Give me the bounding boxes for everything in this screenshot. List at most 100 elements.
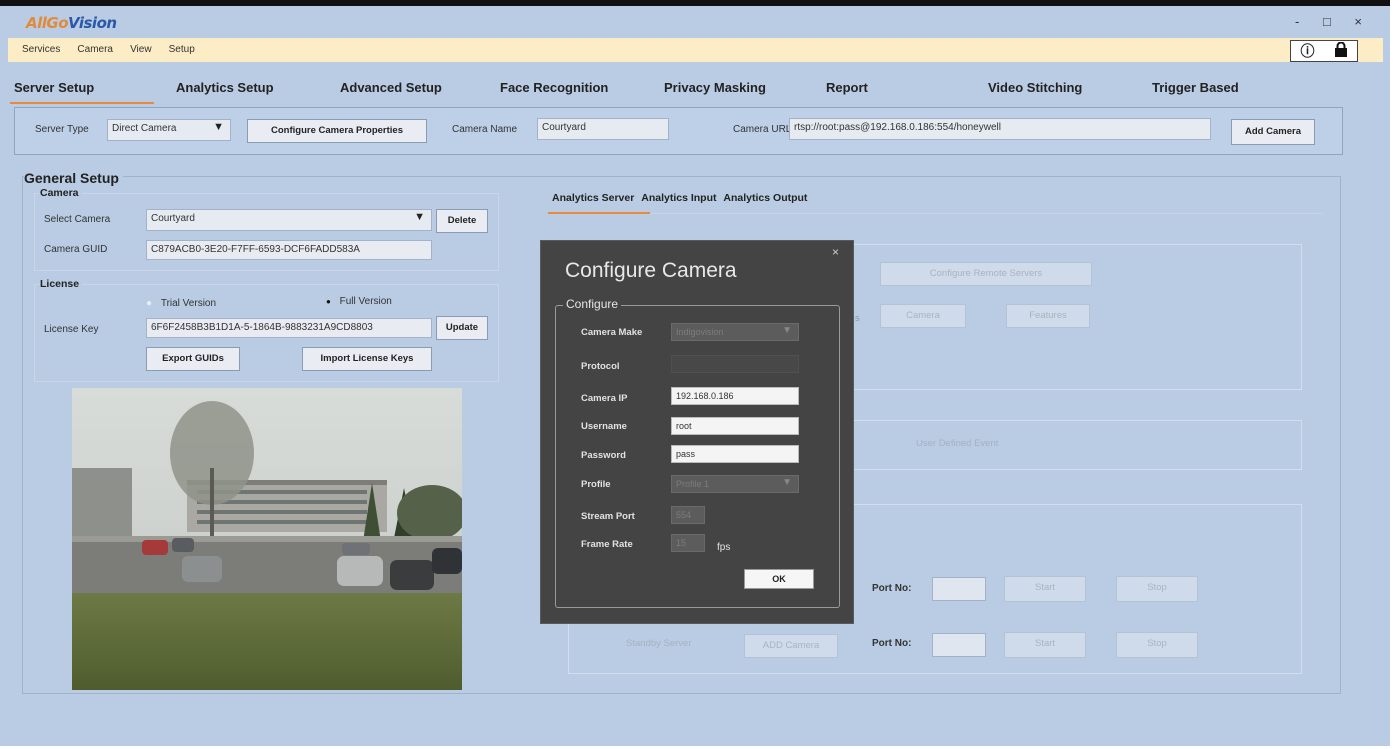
- subtab-analytics-input[interactable]: Analytics Input: [641, 192, 716, 204]
- menu-view[interactable]: View: [130, 44, 152, 55]
- license-key-input[interactable]: 6F6F2458B3B1D1A-5-1864B-9883231A9CD8803: [146, 318, 432, 338]
- tab-video-stitching[interactable]: Video Stitching: [988, 80, 1082, 95]
- configure-group-title: Configure: [563, 297, 622, 311]
- import-license-keys-button[interactable]: Import License Keys: [302, 347, 432, 371]
- select-camera-value: Courtyard: [151, 213, 195, 224]
- license-key-label: License Key: [44, 324, 99, 335]
- camera-config-button[interactable]: Camera: [880, 304, 966, 328]
- password-input[interactable]: pass: [671, 445, 799, 463]
- profile-value: Profile 1: [676, 479, 710, 489]
- port-input-1[interactable]: [932, 577, 986, 601]
- port-input-2[interactable]: [932, 633, 986, 657]
- lock-icon[interactable]: [1334, 41, 1348, 60]
- subtab-active-indicator: [548, 212, 650, 214]
- camera-name-label: Camera Name: [452, 124, 518, 135]
- tab-privacy-masking[interactable]: Privacy Masking: [664, 80, 766, 95]
- start-button-2[interactable]: Start: [1004, 632, 1086, 658]
- chevron-down-icon: ▼: [414, 211, 425, 223]
- window-controls[interactable]: - □ ×: [1295, 14, 1372, 29]
- camera-make-value: Indigovision: [676, 327, 724, 337]
- server-type-label: Server Type: [35, 124, 89, 135]
- close-icon[interactable]: ×: [832, 245, 839, 259]
- camera-url-label: Camera URL: [733, 124, 792, 135]
- camera-guid-label: Camera GUID: [44, 244, 108, 255]
- protocol-label: Protocol: [581, 361, 620, 372]
- camera-preview-image: [72, 388, 462, 690]
- trial-version-radio[interactable]: ● Trial Version: [146, 298, 216, 309]
- app-logo: AllGoVision: [26, 14, 117, 32]
- stop-button-2[interactable]: Stop: [1116, 632, 1198, 658]
- add-camera-button[interactable]: Add Camera: [1231, 119, 1315, 145]
- general-setup-title: General Setup: [24, 170, 123, 186]
- username-input[interactable]: root: [671, 417, 799, 435]
- add-camera-button-2[interactable]: ADD Camera: [744, 634, 838, 658]
- camera-url-input[interactable]: rtsp://root:pass@192.168.0.186:554/honey…: [789, 118, 1211, 140]
- menu-bar: Services Camera View Setup: [8, 38, 1383, 62]
- configure-camera-properties-button[interactable]: Configure Camera Properties: [247, 119, 427, 143]
- camera-ip-input[interactable]: 192.168.0.186: [671, 387, 799, 405]
- stream-port-label: Stream Port: [581, 511, 635, 522]
- menu-camera[interactable]: Camera: [77, 44, 113, 55]
- subtab-divider: [548, 213, 1323, 214]
- camera-ip-label: Camera IP: [581, 393, 628, 404]
- ok-button[interactable]: OK: [744, 569, 814, 589]
- camera-make-select[interactable]: Indigovision ▼: [671, 323, 799, 341]
- tab-advanced-setup[interactable]: Advanced Setup: [340, 80, 442, 95]
- select-camera-label: Select Camera: [44, 214, 111, 225]
- fps-label: fps: [717, 542, 731, 553]
- tab-server-setup[interactable]: Server Setup: [9, 80, 155, 104]
- radio-empty-icon: ●: [146, 298, 153, 309]
- configure-camera-dialog: × Configure Camera Configure Camera Make…: [540, 240, 854, 624]
- trial-version-label: Trial Version: [160, 298, 217, 309]
- tab-report[interactable]: Report: [826, 80, 868, 95]
- info-icon[interactable]: ⓘ: [1301, 41, 1315, 61]
- menu-services[interactable]: Services: [22, 44, 60, 55]
- subtab-analytics-output[interactable]: Analytics Output: [723, 192, 807, 204]
- username-label: Username: [581, 421, 627, 432]
- chevron-down-icon: ▼: [213, 121, 224, 133]
- tab-analytics-setup[interactable]: Analytics Setup: [176, 80, 274, 95]
- server-type-value: Direct Camera: [112, 123, 177, 134]
- subtab-analytics-server[interactable]: Analytics Server: [552, 192, 634, 204]
- start-button-1[interactable]: Start: [1004, 576, 1086, 602]
- tab-trigger-based[interactable]: Trigger Based: [1152, 80, 1239, 95]
- profile-select[interactable]: Profile 1 ▼: [671, 475, 799, 493]
- radio-selected-icon: ●: [326, 297, 331, 306]
- menu-icon-group: ⓘ: [1290, 40, 1358, 62]
- camera-make-label: Camera Make: [581, 327, 643, 338]
- features-button[interactable]: Features: [1006, 304, 1090, 328]
- server-type-select[interactable]: Direct Camera ▼: [107, 119, 231, 141]
- delete-button[interactable]: Delete: [436, 209, 488, 233]
- password-label: Password: [581, 450, 626, 461]
- license-group-title: License: [40, 278, 83, 290]
- app-window: AllGoVision - □ × Services Camera View S…: [0, 0, 1390, 746]
- full-version-radio[interactable]: ● Full Version: [326, 296, 392, 307]
- menu-setup[interactable]: Setup: [169, 44, 195, 55]
- dialog-title: Configure Camera: [565, 259, 737, 282]
- configure-remote-servers-button[interactable]: Configure Remote Servers: [880, 262, 1092, 286]
- profile-label: Profile: [581, 479, 611, 490]
- server-bar: Server Type Direct Camera ▼ Configure Ca…: [14, 107, 1343, 155]
- frame-rate-input[interactable]: 15: [671, 534, 705, 552]
- select-camera-dropdown[interactable]: Courtyard ▼: [146, 209, 432, 231]
- analytics-subtabs: Analytics Server Analytics Input Analyti…: [552, 192, 807, 204]
- camera-group-title: Camera: [40, 187, 82, 199]
- frame-rate-label: Frame Rate: [581, 539, 633, 550]
- tab-face-recognition[interactable]: Face Recognition: [500, 80, 608, 95]
- port-no-label-1: Port No:: [872, 583, 912, 594]
- partial-label: s: [855, 313, 860, 324]
- user-defined-event-label: User Defined Event: [916, 438, 999, 449]
- stream-port-input[interactable]: 554: [671, 506, 705, 524]
- camera-name-input[interactable]: Courtyard: [537, 118, 669, 140]
- protocol-select[interactable]: [671, 355, 799, 373]
- standby-server-label: Standby Server: [626, 638, 692, 649]
- title-bar: AllGoVision - □ ×: [0, 6, 1390, 38]
- port-no-label-2: Port No:: [872, 638, 912, 649]
- export-guids-button[interactable]: Export GUIDs: [146, 347, 240, 371]
- main-tabs: Server Setup Analytics Setup Advanced Se…: [8, 74, 1383, 104]
- update-button[interactable]: Update: [436, 316, 488, 340]
- chevron-down-icon: ▼: [782, 477, 792, 488]
- full-version-label: Full Version: [339, 296, 392, 307]
- stop-button-1[interactable]: Stop: [1116, 576, 1198, 602]
- chevron-down-icon: ▼: [782, 325, 792, 336]
